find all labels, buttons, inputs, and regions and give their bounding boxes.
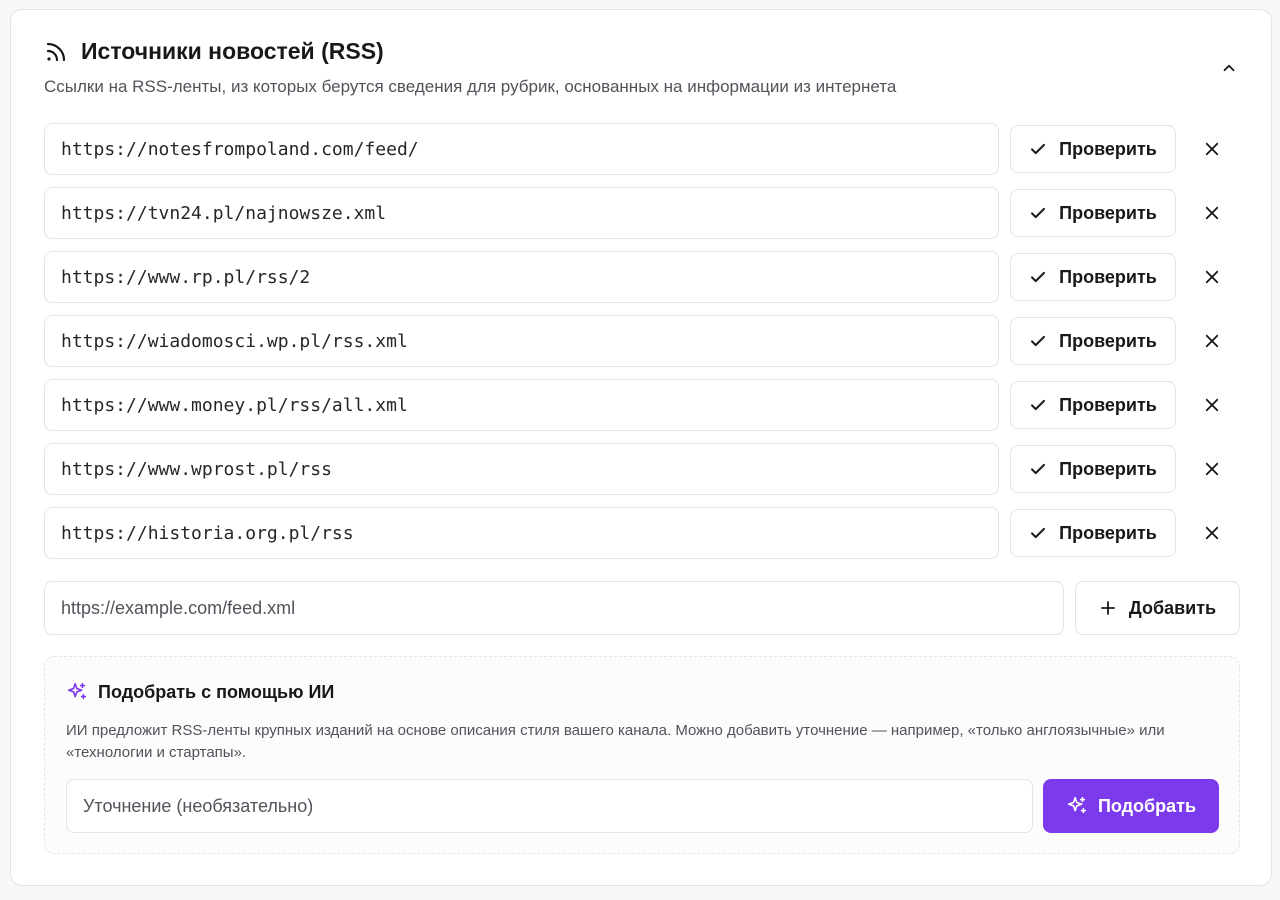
rss-icon: [46, 42, 66, 61]
check-icon: [1031, 143, 1046, 155]
check-feed-label: Проверить: [1059, 394, 1157, 415]
close-icon: [1205, 206, 1219, 220]
feed-row: https://www.wprost.pl/rss Проверить: [44, 443, 1234, 495]
check-feed-label: Проверить: [1059, 138, 1157, 159]
new-feed-url-input[interactable]: [44, 581, 1064, 635]
check-feed-button[interactable]: Проверить: [1010, 381, 1176, 429]
ai-suggest-header: Подобрать с помощью ИИ: [66, 681, 334, 703]
chevron-up-icon: [1223, 64, 1235, 72]
suggest-button[interactable]: Подобрать: [1043, 779, 1219, 833]
check-feed-button[interactable]: Проверить: [1010, 509, 1176, 557]
refinement-input[interactable]: [66, 779, 1033, 833]
rss-sources-card: Источники новостей (RSS) Ссылки на RSS-л…: [10, 9, 1272, 886]
check-feed-label: Проверить: [1059, 330, 1157, 351]
remove-feed-button[interactable]: [1198, 199, 1226, 227]
section-header: Источники новостей (RSS): [44, 38, 384, 65]
feed-row: https://wiadomosci.wp.pl/rss.xml Провери…: [44, 315, 1234, 367]
ai-suggest-title: Подобрать с помощью ИИ: [98, 681, 335, 702]
feed-url-field[interactable]: https://tvn24.pl/najnowsze.xml: [44, 187, 999, 239]
remove-feed-button[interactable]: [1198, 327, 1226, 355]
feed-row: https://tvn24.pl/najnowsze.xml Проверить: [44, 187, 1234, 239]
check-icon: [1031, 207, 1046, 219]
feed-row: https://www.money.pl/rss/all.xml Провери…: [44, 379, 1234, 431]
feed-url-field[interactable]: https://www.money.pl/rss/all.xml: [44, 379, 999, 431]
check-feed-label: Проверить: [1059, 202, 1157, 223]
check-feed-button[interactable]: Проверить: [1010, 125, 1176, 173]
check-feed-button[interactable]: Проверить: [1010, 317, 1176, 365]
remove-feed-button[interactable]: [1198, 263, 1226, 291]
feed-url-field[interactable]: https://www.wprost.pl/rss: [44, 443, 999, 495]
add-feed-button[interactable]: Добавить: [1075, 581, 1240, 635]
ai-suggest-description: ИИ предложит RSS-ленты крупных изданий н…: [66, 722, 1165, 761]
remove-feed-button[interactable]: [1198, 391, 1226, 419]
remove-feed-button[interactable]: [1198, 519, 1226, 547]
check-feed-button[interactable]: Проверить: [1010, 189, 1176, 237]
check-icon: [1031, 527, 1046, 539]
close-icon: [1205, 398, 1219, 412]
feed-row: https://www.rp.pl/rss/2 Проверить: [44, 251, 1234, 303]
check-feed-label: Проверить: [1059, 266, 1157, 287]
plus-icon: [1101, 601, 1115, 615]
feed-row: https://historia.org.pl/rss Проверить: [44, 507, 1234, 559]
feed-url-field[interactable]: https://www.rp.pl/rss/2: [44, 251, 999, 303]
ai-suggest-panel: Подобрать с помощью ИИ ИИ предложит RSS-…: [44, 656, 1240, 854]
close-icon: [1205, 334, 1219, 348]
suggest-button-label: Подобрать: [1097, 795, 1197, 816]
check-icon: [1031, 335, 1046, 347]
check-feed-label: Проверить: [1059, 522, 1157, 543]
feed-url-field[interactable]: https://historia.org.pl/rss: [44, 507, 999, 559]
close-icon: [1205, 526, 1219, 540]
check-icon: [1031, 399, 1046, 411]
close-icon: [1205, 462, 1219, 476]
add-feed-label: Добавить: [1128, 597, 1217, 618]
feed-row: https://notesfrompoland.com/feed/ Провер…: [44, 123, 1234, 175]
sparkles-icon: [1067, 796, 1087, 814]
close-icon: [1205, 270, 1219, 284]
check-feed-label: Проверить: [1059, 458, 1157, 479]
feed-url-field[interactable]: https://notesfrompoland.com/feed/: [44, 123, 999, 175]
check-icon: [1031, 271, 1046, 283]
remove-feed-button[interactable]: [1198, 455, 1226, 483]
section-title: Источники новостей (RSS): [81, 38, 384, 64]
feed-url-field[interactable]: https://wiadomosci.wp.pl/rss.xml: [44, 315, 999, 367]
collapse-button[interactable]: [1215, 54, 1243, 82]
check-icon: [1031, 463, 1046, 475]
section-subtitle: Ссылки на RSS-ленты, из которых берутся …: [44, 77, 897, 96]
check-feed-button[interactable]: Проверить: [1010, 253, 1176, 301]
check-feed-button[interactable]: Проверить: [1010, 445, 1176, 493]
remove-feed-button[interactable]: [1198, 135, 1226, 163]
close-icon: [1205, 142, 1219, 156]
sparkles-icon: [67, 682, 87, 700]
